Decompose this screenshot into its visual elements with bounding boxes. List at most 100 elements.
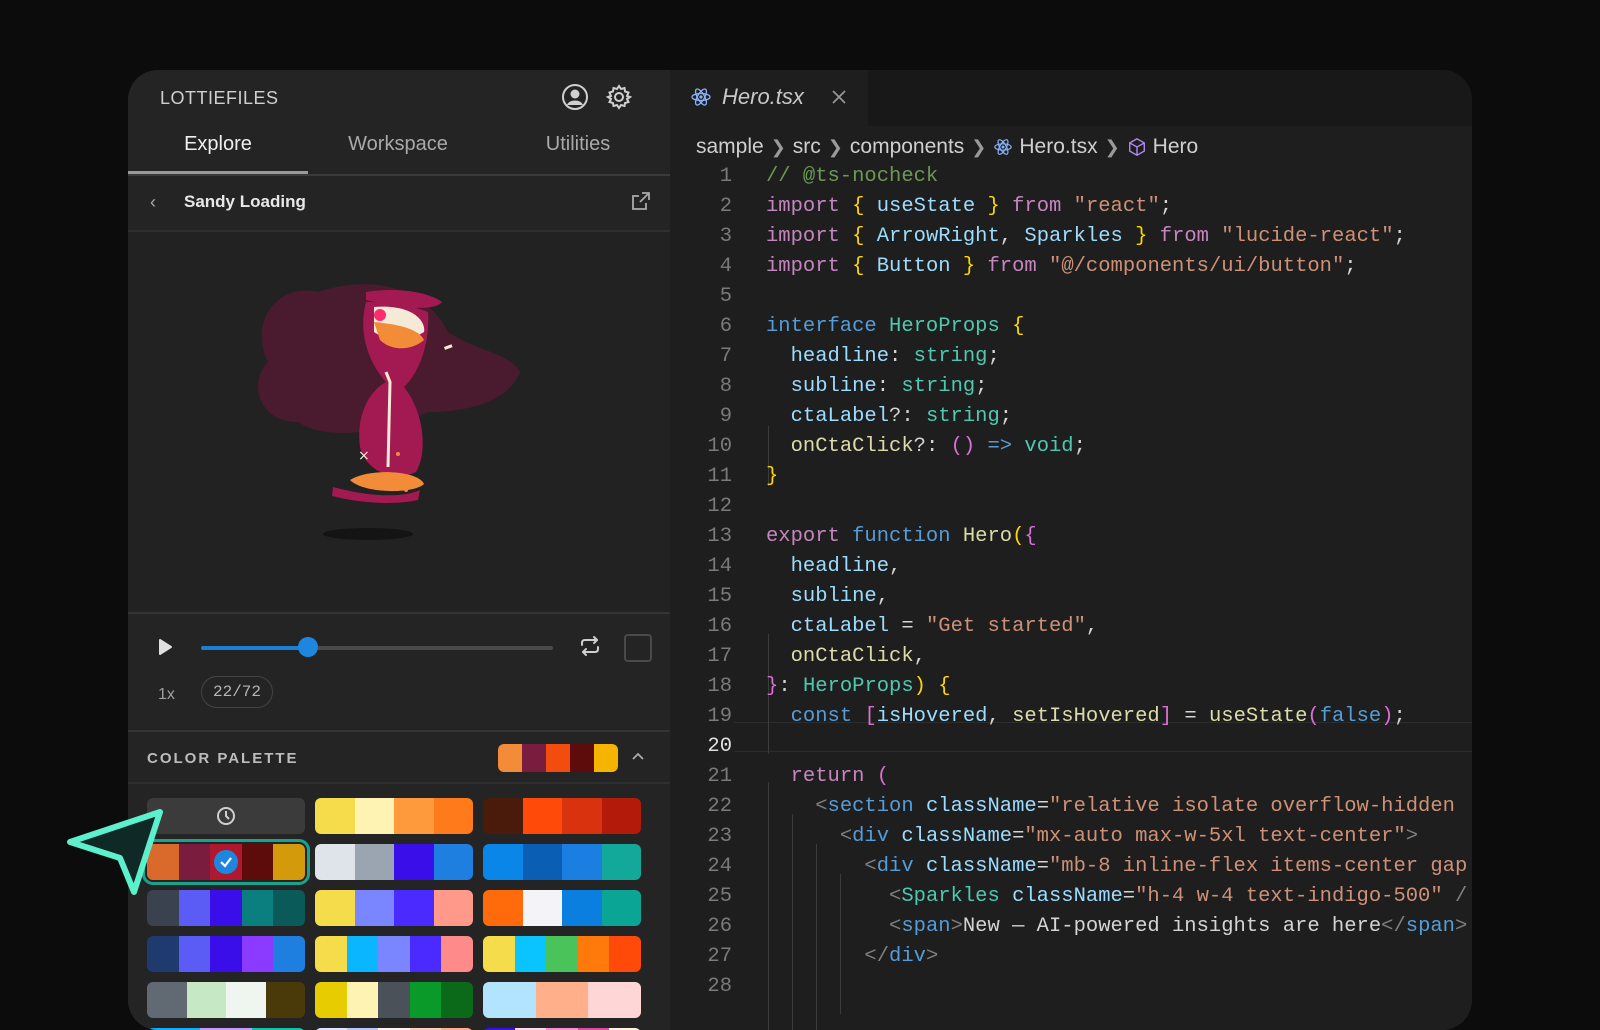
- hourglass-illustration: ×: [258, 284, 520, 540]
- palette-swatch[interactable]: [147, 982, 305, 1018]
- palette-color-segment: [609, 936, 641, 972]
- palette-color-segment: [178, 936, 211, 972]
- palette-swatch[interactable]: [147, 936, 305, 972]
- palette-color-segment: [378, 982, 410, 1018]
- code-line: 18}: HeroProps) {: [707, 675, 951, 698]
- timeline-slider[interactable]: [201, 637, 553, 657]
- chevron-right-icon: ❯: [770, 136, 786, 157]
- palette-swatch[interactable]: [483, 798, 641, 834]
- palette-color-segment: [562, 844, 602, 880]
- code-line: 17 onCtaClick,: [707, 645, 926, 668]
- chevron-up-icon[interactable]: [630, 748, 646, 764]
- palette-color-segment: [178, 844, 211, 880]
- palette-swatch[interactable]: [483, 844, 641, 880]
- play-icon[interactable]: [156, 638, 174, 656]
- editor-tab-bar: Hero.tsx: [670, 70, 1472, 126]
- account-icon[interactable]: [560, 82, 590, 112]
- close-icon[interactable]: [830, 88, 848, 106]
- animation-header: ‹ Sandy Loading: [128, 176, 670, 232]
- back-chevron-icon[interactable]: ‹: [150, 192, 156, 213]
- code-line: 19 const [isHovered, setIsHovered] = use…: [707, 705, 1406, 728]
- palette-color-segment: [483, 890, 523, 926]
- palette-color-swatch: [522, 744, 546, 772]
- palette-color-segment: [601, 798, 641, 834]
- palette-color-segment: [562, 890, 602, 926]
- symbol-component-icon: [1128, 138, 1145, 156]
- palette-swatch[interactable]: [315, 936, 473, 972]
- palette-color-segment: [210, 936, 242, 972]
- code-line: 15 subline,: [707, 585, 890, 608]
- editor-tab-hero[interactable]: Hero.tsx: [670, 70, 868, 126]
- palette-swatch[interactable]: [483, 936, 641, 972]
- code-line: 11}: [707, 465, 779, 488]
- open-external-icon[interactable]: [630, 190, 652, 212]
- code-line: 10 onCtaClick?: () => void;: [707, 435, 1086, 458]
- palette-color-segment: [241, 890, 274, 926]
- palette-color-segment: [522, 798, 562, 834]
- palette-color-segment: [522, 890, 562, 926]
- code-line: 28: [707, 975, 732, 998]
- palette-color-segment: [273, 890, 305, 926]
- palette-swatch[interactable]: [315, 982, 473, 1018]
- palette-color-segment: [354, 798, 394, 834]
- active-tab-indicator: [128, 171, 308, 174]
- settings-gear-icon[interactable]: [604, 82, 634, 112]
- frame-counter: 22/72: [201, 676, 274, 708]
- timeline-thumb[interactable]: [298, 637, 319, 657]
- code-line: 8 subline: string;: [719, 375, 988, 398]
- palette-color-segment: [394, 890, 434, 926]
- palette-color-swatch: [546, 744, 570, 772]
- speed-selector[interactable]: 1x: [158, 686, 175, 704]
- breadcrumb-sample[interactable]: sample: [696, 135, 764, 159]
- code-line: 27 </div>: [707, 945, 939, 968]
- palette-swatch[interactable]: [315, 890, 473, 926]
- animation-preview: ×: [128, 232, 670, 614]
- palette-color-segment: [601, 844, 641, 880]
- tab-workspace[interactable]: Workspace: [308, 126, 488, 174]
- breadcrumb-file[interactable]: Hero.tsx: [1019, 135, 1097, 159]
- breadcrumb-symbol[interactable]: Hero: [1153, 135, 1199, 159]
- palette-color-segment: [483, 844, 523, 880]
- palette-color-segment: [588, 982, 641, 1018]
- palette-color-segment: [315, 936, 347, 972]
- palette-color-segment: [273, 936, 305, 972]
- chevron-right-icon: ❯: [827, 136, 843, 157]
- breadcrumb-src[interactable]: src: [793, 135, 821, 159]
- clock-icon: [217, 807, 235, 825]
- tab-utilities[interactable]: Utilities: [488, 126, 668, 174]
- current-palette-preview: [498, 744, 618, 772]
- chevron-right-icon: ❯: [971, 136, 987, 157]
- code-line: 22 <section className="relative isolate …: [707, 795, 1455, 818]
- cursor-arrow-icon: [67, 809, 163, 895]
- palette-color-segment: [273, 844, 305, 880]
- code-line: 12: [707, 495, 732, 518]
- palette-color-segment: [147, 982, 187, 1018]
- palette-color-segment: [441, 982, 473, 1018]
- palette-swatch[interactable]: [483, 982, 641, 1018]
- palette-color-segment: [409, 982, 442, 1018]
- palette-color-segment: [210, 890, 242, 926]
- palette-color-segment: [522, 844, 562, 880]
- animation-title: Sandy Loading: [184, 192, 306, 211]
- code-editor: Hero.tsx sample ❯ src ❯ components ❯ Her…: [670, 70, 1472, 1030]
- palette-color-segment: [147, 936, 179, 972]
- code-line: 21 return (: [707, 765, 890, 788]
- palette-color-segment: [577, 936, 610, 972]
- background-toggle[interactable]: [624, 634, 652, 662]
- loop-icon[interactable]: [578, 634, 602, 658]
- tab-explore[interactable]: Explore: [128, 126, 308, 174]
- palette-color-segment: [315, 982, 347, 1018]
- palette-swatch[interactable]: [315, 798, 473, 834]
- palette-color-swatch: [498, 744, 522, 772]
- palette-color-segment: [483, 798, 523, 834]
- palette-color-segment: [354, 844, 394, 880]
- palette-color-segment: [546, 936, 578, 972]
- breadcrumb-components[interactable]: components: [850, 135, 964, 159]
- code-line: 5: [719, 285, 732, 308]
- color-palette-header: COLOR PALETTE: [128, 732, 670, 784]
- palette-swatch[interactable]: [315, 844, 473, 880]
- code-line: 1// @ts-nocheck: [719, 165, 939, 188]
- color-palette-label: COLOR PALETTE: [147, 750, 299, 767]
- palette-color-segment: [535, 982, 589, 1018]
- palette-swatch[interactable]: [483, 890, 641, 926]
